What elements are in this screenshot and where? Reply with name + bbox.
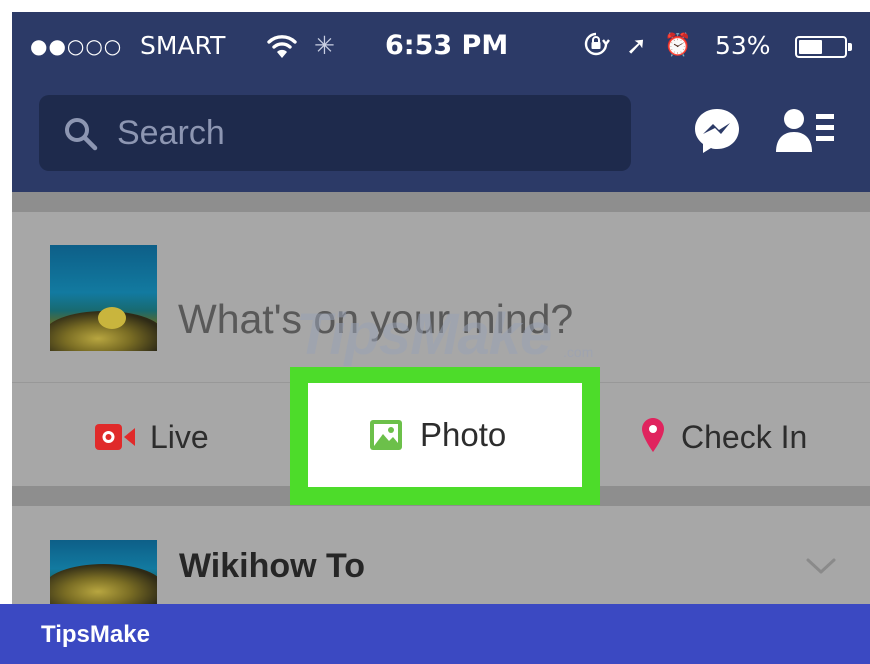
watermark: TipsMake: [296, 302, 552, 367]
check-in-button[interactable]: Check In: [681, 417, 807, 457]
post-avatar: [50, 540, 157, 604]
search-placeholder: Search: [117, 114, 225, 152]
avatar: [50, 245, 157, 351]
loading-spinner-icon: ✳: [314, 31, 335, 60]
messenger-icon[interactable]: [692, 106, 742, 156]
photo-button-label: Photo: [420, 416, 507, 453]
search-bar[interactable]: Search: [39, 95, 631, 171]
signal-strength: ●●○○○: [30, 34, 123, 58]
status-bar: ●●○○○ SMART ✳ 6:53 PM ➚ ⏰ 53%: [12, 12, 870, 82]
avatar-coral: [98, 307, 126, 329]
avatar-reef: [50, 564, 157, 604]
wifi-icon: [266, 30, 298, 62]
friend-requests-icon[interactable]: [774, 106, 836, 156]
footer-brand: TipsMake: [41, 621, 150, 648]
feed-post: Wikihow To: [12, 506, 870, 604]
app-header: ●●○○○ SMART ✳ 6:53 PM ➚ ⏰ 53% Search: [12, 12, 870, 192]
battery-level: [799, 40, 822, 54]
live-button[interactable]: Live: [150, 417, 209, 457]
photo-button[interactable]: Photo: [308, 383, 582, 487]
post-author[interactable]: Wikihow To: [179, 545, 365, 587]
battery-tip: [848, 43, 852, 51]
status-time: 6:53 PM: [385, 30, 509, 61]
watermark-suffix: .com: [563, 344, 594, 360]
rotation-lock-icon: [582, 30, 610, 58]
footer-banner: TipsMake: [0, 604, 870, 664]
carrier-name: SMART: [140, 31, 226, 60]
alarm-icon: ⏰: [664, 33, 692, 58]
chevron-down-icon[interactable]: [805, 556, 837, 576]
battery-percent: 53%: [715, 31, 771, 60]
location-arrow-icon: ➚: [626, 31, 647, 60]
photo-icon: [370, 420, 402, 450]
search-icon: [65, 118, 98, 151]
battery-icon: [795, 36, 847, 58]
location-pin-icon: [642, 418, 664, 452]
live-video-icon: [95, 424, 135, 450]
screenshot-frame: ●●○○○ SMART ✳ 6:53 PM ➚ ⏰ 53% Search Wha…: [0, 0, 870, 664]
